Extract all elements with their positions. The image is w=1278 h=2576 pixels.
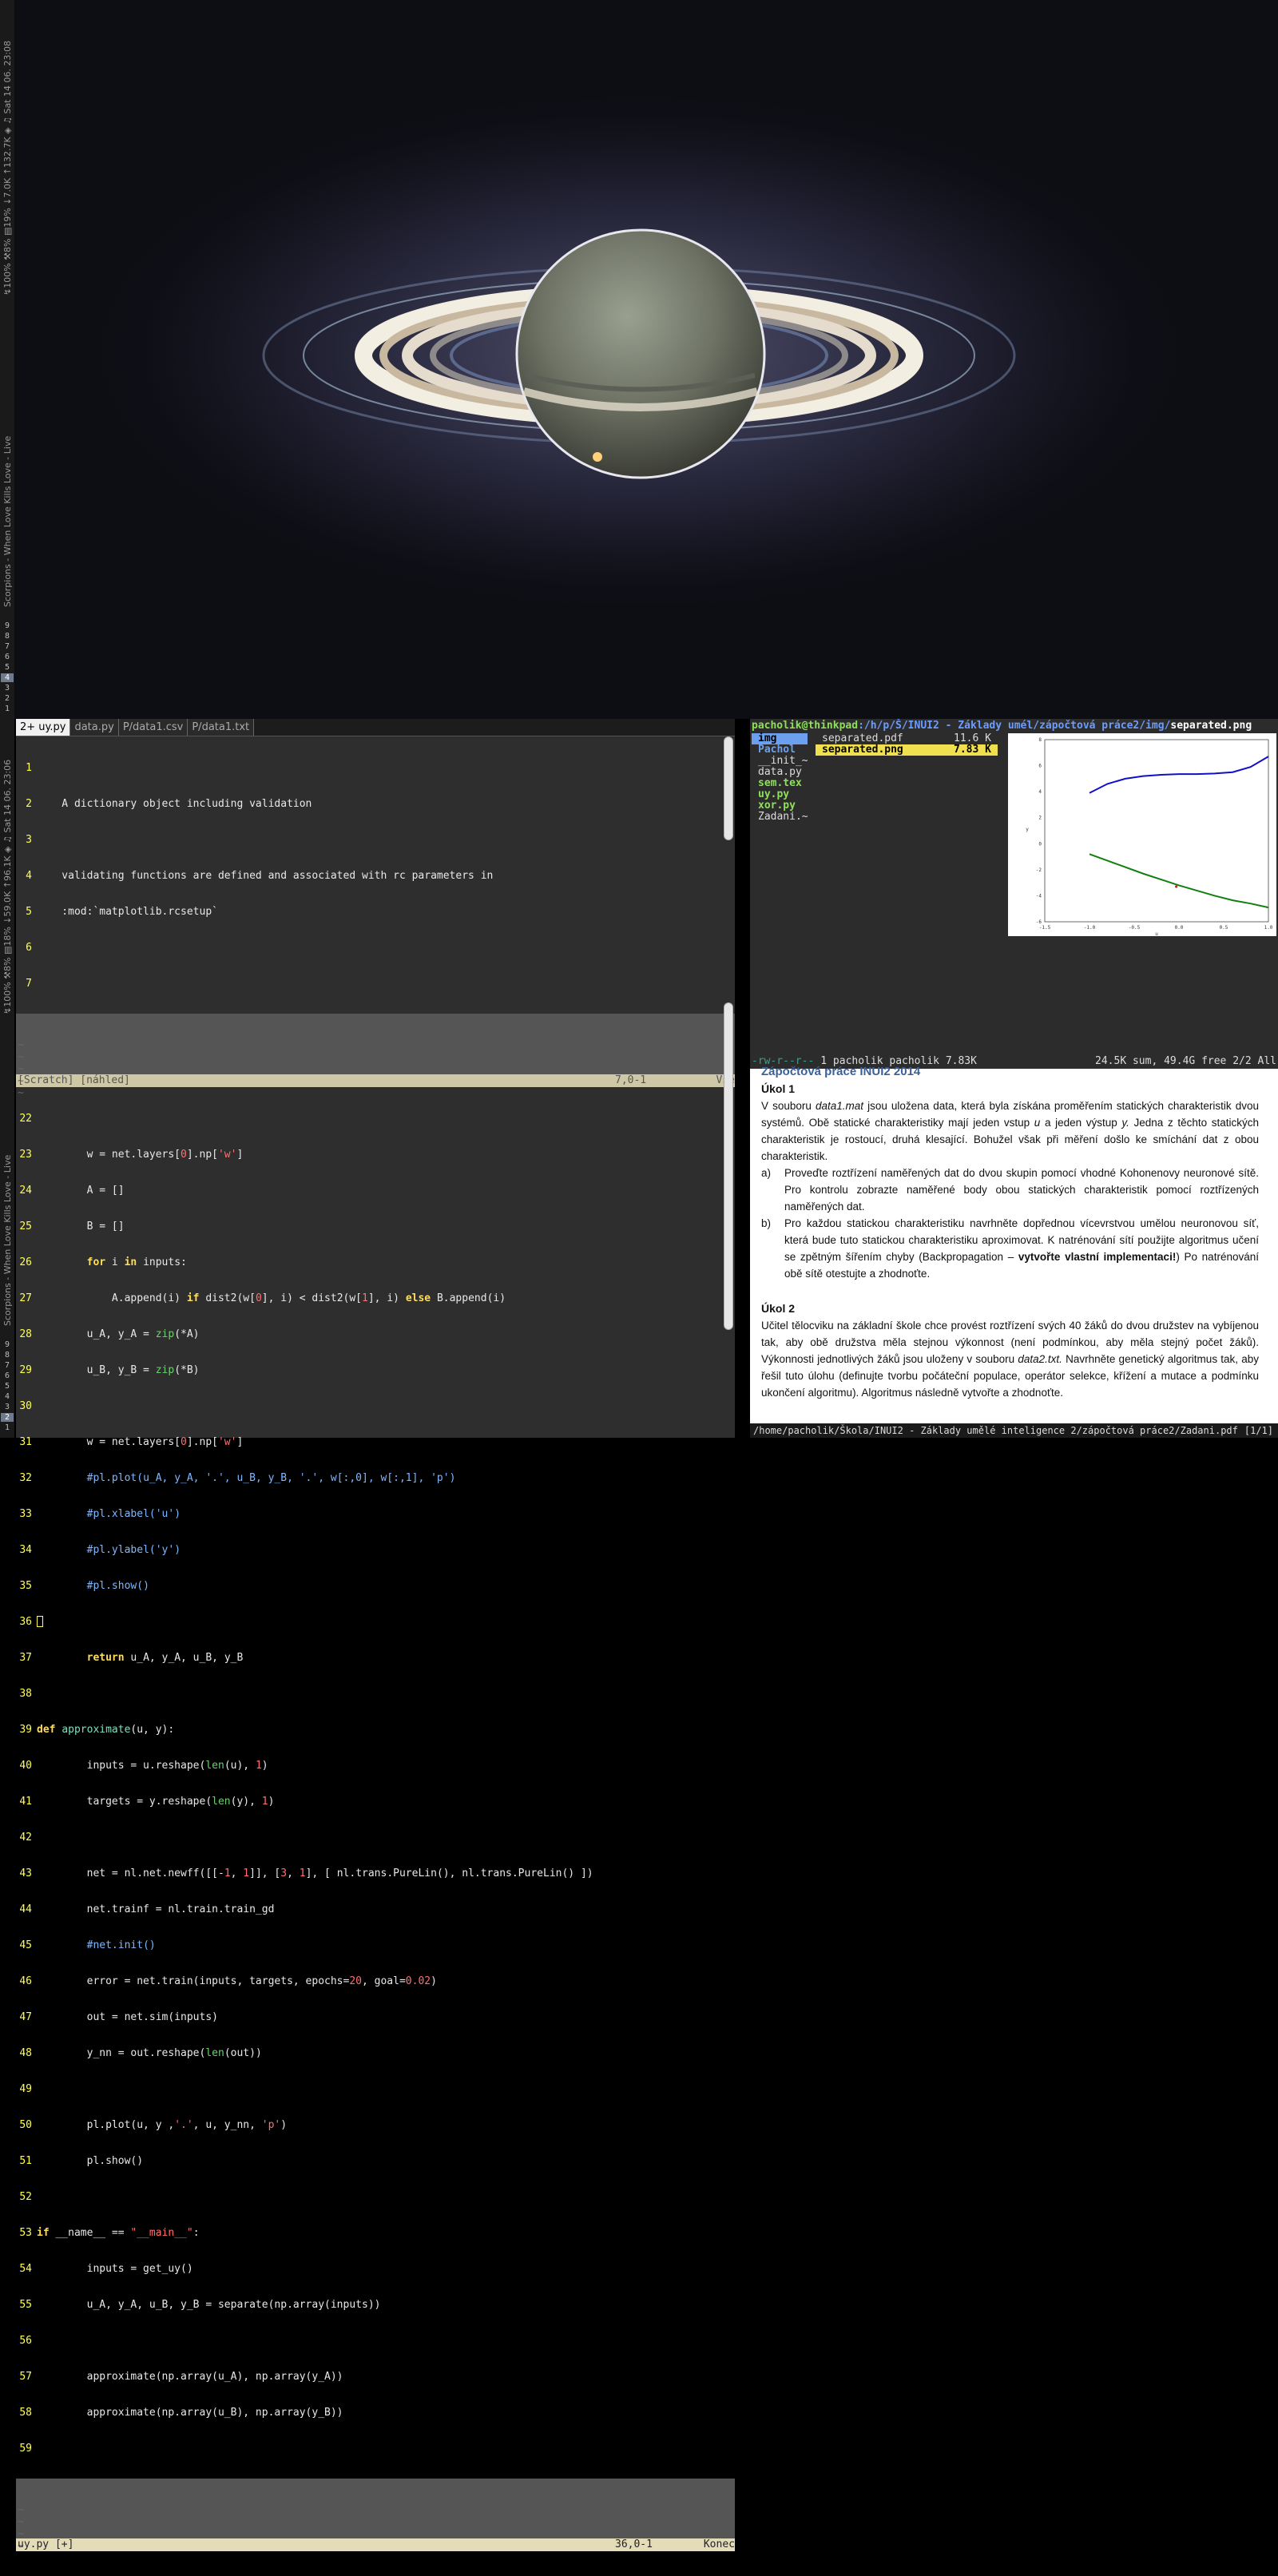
x-tick-label: -0.5 xyxy=(1129,925,1141,931)
statusline-uy-py: uy.py [+] 36,0-1 Konec xyxy=(16,2538,735,2551)
workspace-7[interactable]: 7 xyxy=(1,642,14,651)
x-tick-label: -1.5 xyxy=(1039,925,1051,931)
vim-editor[interactable]: 2+ uy.py data.py P/data1.csv P/data1.txt… xyxy=(16,719,735,2552)
ranger-header: pacholik@thinkpad:/h/p/Š/INUI2 - Základy… xyxy=(752,720,1252,732)
now-playing: Scorpions - When Love Kills Love - Live xyxy=(2,1154,13,1326)
series-line-0 xyxy=(1089,756,1269,794)
task1-paragraph: V souboru data1.mat jsou uložena data, k… xyxy=(761,1100,1260,1162)
file-entry[interactable]: xor.py xyxy=(752,800,808,812)
task1-heading: Úkol 1 xyxy=(761,1082,796,1095)
scrollbar-code[interactable] xyxy=(724,1002,733,1330)
file-entry[interactable]: uy.py xyxy=(752,789,808,800)
status-bar-bottom: ↯100% ⚒8% ▤18% ↓59.0K ↑96.1K ◈ ♫ Sat 14 … xyxy=(0,719,14,1438)
scrollbar-scratch[interactable] xyxy=(724,736,733,840)
workspace-2[interactable]: 2 xyxy=(1,694,14,703)
x-tick-label: 0.5 xyxy=(1220,925,1228,931)
file-entry-selected[interactable]: separated.png 7.83 K xyxy=(816,744,998,756)
workspace-7[interactable]: 7 xyxy=(1,1361,14,1370)
workspace-3[interactable]: 3 xyxy=(1,1403,14,1411)
scratch-buffer[interactable]: 1 2 A dictionary object including valida… xyxy=(16,736,735,1014)
tab-data-py[interactable]: data.py xyxy=(70,719,119,736)
code-buffer[interactable]: 22 23 w = net.layers[0].np['w'] 24 A = [… xyxy=(16,1087,735,2479)
series-line-1 xyxy=(1089,853,1269,909)
workspace-4[interactable]: 4 xyxy=(1,673,14,682)
dir-entry[interactable]: Pachol xyxy=(752,744,808,756)
now-playing: Scorpions - When Love Kills Love - Live xyxy=(2,435,13,607)
empty-buffer-area: ~ ~ ~ ~ xyxy=(16,2479,735,2552)
file-entry[interactable]: separated.pdf 11.6 K xyxy=(816,733,998,744)
status-indicators: ↯100% ⚒8% ▤18% ↓59.0K ↑96.1K ◈ ♫ Sat 14 … xyxy=(2,759,13,1014)
file-entry[interactable]: Zadani.~ xyxy=(752,812,808,823)
x-tick-label: 1.0 xyxy=(1264,925,1273,931)
cursor xyxy=(37,1616,43,1627)
x-tick-label: -1.0 xyxy=(1084,925,1096,931)
y-tick-label: 6 xyxy=(1038,764,1042,769)
workspace-6[interactable]: 6 xyxy=(1,1371,14,1380)
document-title: Zápočtová práce INUI2 2014 xyxy=(761,1065,921,1078)
workspace-8[interactable]: 8 xyxy=(1,632,14,641)
x-axis-label: u xyxy=(1155,931,1158,936)
task2-paragraph: Učitel tělocviku na základní škole chce … xyxy=(761,1320,1259,1399)
workspace-9[interactable]: 9 xyxy=(1,621,14,630)
separated-plot: -1.5 -1.0 -0.5 0.0 0.5 1.0 8 6 4 2 0 -2 -4 -6 u y xyxy=(1026,737,1273,937)
ranger-file-manager[interactable]: pacholik@thinkpad:/h/p/Š/INUI2 - Základy… xyxy=(750,719,1278,1069)
pdf-viewer[interactable]: Zápočtová práce INUI2 2014 Úkol 1 V soub… xyxy=(750,1065,1278,1438)
desktop-wallpaper xyxy=(0,0,1278,719)
y-tick-label: -6 xyxy=(1036,919,1042,925)
workspace-5[interactable]: 5 xyxy=(1,663,14,672)
y-tick-label: -4 xyxy=(1036,893,1042,899)
workspace-1[interactable]: 1 xyxy=(1,705,14,713)
file-entry[interactable]: __init_~ xyxy=(752,756,808,767)
data-point xyxy=(1175,885,1178,888)
tab-data1-txt[interactable]: P/data1.txt xyxy=(188,719,255,736)
tab-data1-csv[interactable]: P/data1.csv xyxy=(118,719,189,736)
workspace-4[interactable]: 4 xyxy=(1,1392,14,1401)
workspace-9[interactable]: 9 xyxy=(1,1340,14,1349)
current-directory-column: separated.pdf 11.6 K separated.png 7.83 K xyxy=(816,733,998,756)
task1-item-b: b) Pro každou statickou charakteristiku n… xyxy=(761,1217,1259,1280)
saturn-image xyxy=(80,88,1198,615)
y-axis-label: y xyxy=(1026,827,1029,832)
plot-frame xyxy=(1044,739,1269,923)
task1-item-a: a) Proveďte roztřízení naměřených dat do … xyxy=(761,1167,1259,1213)
statusline-scratch: [Scratch] [náhled] 7,0-1 Vše xyxy=(16,1074,735,1087)
dir-entry[interactable]: img xyxy=(752,733,808,744)
task2-heading: Úkol 2 xyxy=(761,1302,796,1315)
file-entry[interactable]: sem.tex xyxy=(752,778,808,789)
y-tick-label: 4 xyxy=(1038,789,1042,795)
workspace-5[interactable]: 5 xyxy=(1,1382,14,1391)
workspace-8[interactable]: 8 xyxy=(1,1351,14,1359)
parent-directory-column: img Pachol __init_~ data.py sem.tex uy.p… xyxy=(752,733,808,823)
status-bar-top: ↯100% ⚒8% ▤19% ↓7.0K ↑132.7K ◈ ♫ Sat 14 … xyxy=(0,0,14,719)
workspace-3[interactable]: 3 xyxy=(1,684,14,693)
workspace-1[interactable]: 1 xyxy=(1,1423,14,1432)
status-indicators: ↯100% ⚒8% ▤19% ↓7.0K ↑132.7K ◈ ♫ Sat 14 … xyxy=(2,40,13,296)
y-tick-label: -2 xyxy=(1036,867,1042,873)
y-tick-label: 0 xyxy=(1038,841,1042,847)
workspace-2[interactable]: 2 xyxy=(1,1413,14,1422)
y-tick-label: 2 xyxy=(1038,816,1042,821)
pdf-page: Úkol 1 V souboru data1.mat jsou uložena … xyxy=(761,1080,1259,1401)
y-tick-label: 8 xyxy=(1038,737,1042,743)
file-entry[interactable]: data.py xyxy=(752,767,808,778)
workspace-6[interactable]: 6 xyxy=(1,653,14,661)
image-preview: -1.5 -1.0 -0.5 0.0 0.5 1.0 8 6 4 2 0 -2 -4 -6 u y xyxy=(1008,733,1276,937)
empty-buffer-area: ~ ~ ~ ~ ~ xyxy=(16,1014,735,1099)
pdf-statusbar: /home/pacholik/Škola/INUI2 - Základy umě… xyxy=(750,1423,1278,1438)
vim-tabline: 2+ uy.py data.py P/data1.csv P/data1.txt xyxy=(16,719,735,736)
tab-uy-py[interactable]: 2+ uy.py xyxy=(16,719,71,736)
x-tick-label: 0.0 xyxy=(1175,925,1184,931)
